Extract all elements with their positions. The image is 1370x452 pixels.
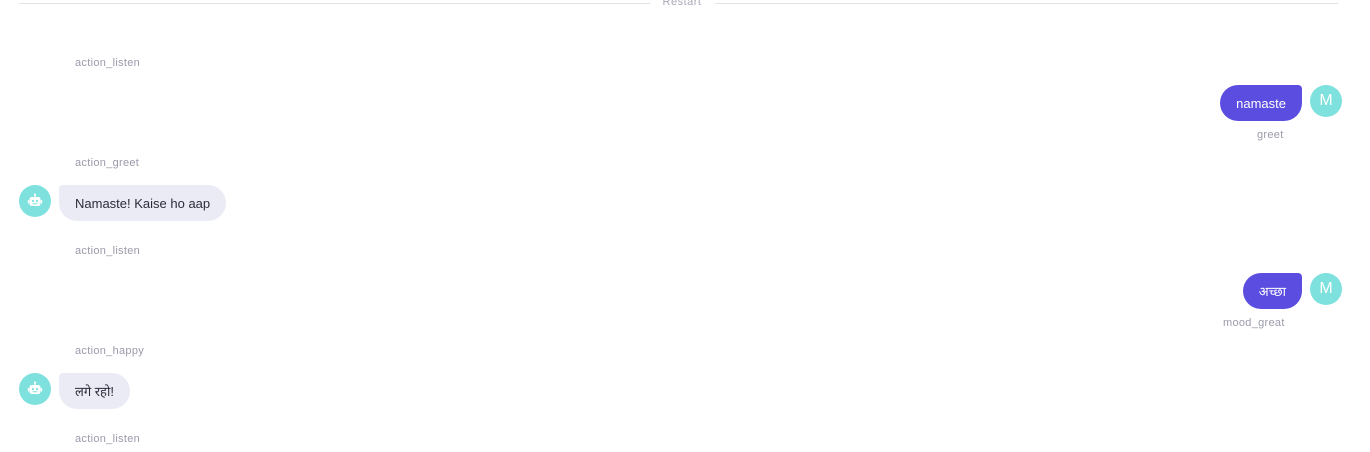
- intent-label: mood_great: [1223, 317, 1285, 329]
- robot-icon: [27, 193, 43, 206]
- user-avatar: M: [1310, 273, 1342, 305]
- user-avatar: M: [1310, 85, 1342, 117]
- action-label: action_listen: [75, 433, 141, 445]
- action-label: action_happy: [75, 345, 145, 357]
- user-initial: M: [1319, 92, 1333, 109]
- bot-avatar: [19, 185, 51, 217]
- user-initial: M: [1319, 280, 1333, 297]
- restart-divider-left: [19, 3, 650, 4]
- intent-label: greet: [1257, 129, 1284, 141]
- action-label: action_greet: [75, 157, 140, 169]
- bot-message-bubble: Namaste! Kaise ho aap: [59, 185, 227, 221]
- action-label: action_listen: [75, 57, 141, 69]
- bot-avatar: [19, 373, 51, 405]
- restart-label[interactable]: Restart: [651, 0, 713, 8]
- action-label: action_listen: [75, 245, 141, 257]
- user-message-bubble: अच्छा: [1242, 273, 1302, 309]
- bot-message-bubble: लगे रहो!: [59, 373, 130, 409]
- robot-icon: [27, 381, 43, 394]
- restart-divider-right: [715, 3, 1338, 4]
- user-message-bubble: namaste: [1220, 85, 1302, 121]
